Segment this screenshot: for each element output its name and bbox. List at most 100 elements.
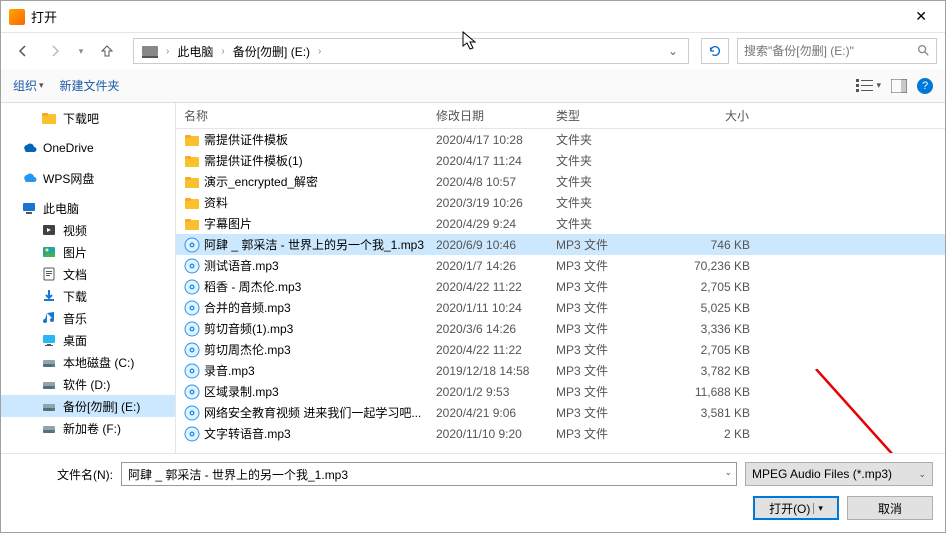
search-box[interactable]	[737, 38, 937, 64]
sidebar-label: 下载吧	[63, 110, 99, 127]
drive-icon	[142, 46, 158, 56]
sidebar-item[interactable]: 图片	[1, 241, 175, 263]
file-list[interactable]: 需提供证件模板2020/4/17 10:28文件夹需提供证件模板(1)2020/…	[176, 129, 945, 453]
sidebar-label: 音乐	[63, 310, 87, 327]
col-name[interactable]: 名称	[176, 107, 428, 124]
up-button[interactable]	[93, 38, 121, 64]
file-name: 录音.mp3	[204, 362, 255, 379]
preview-pane-button[interactable]	[891, 79, 907, 93]
file-name: 合并的音频.mp3	[204, 299, 291, 316]
sidebar-item[interactable]: 下载吧	[1, 107, 175, 129]
sidebar-item[interactable]: OneDrive	[1, 137, 175, 159]
cancel-button[interactable]: 取消	[847, 496, 933, 520]
navbar: ▾ › 此电脑 › 备份[勿删] (E:) › ⌄	[1, 33, 945, 69]
file-row[interactable]: 演示_encrypted_解密 2020/4/8 10:57文件夹	[176, 171, 945, 192]
app-icon	[9, 9, 25, 25]
file-row[interactable]: 剪切音频(1).mp32020/3/6 14:26MP3 文件3,336 KB	[176, 318, 945, 339]
search-input[interactable]	[744, 44, 916, 58]
new-folder-button[interactable]: 新建文件夹	[60, 77, 120, 94]
file-name: 文字转语音.mp3	[204, 425, 291, 442]
organize-label: 组织	[13, 77, 37, 94]
file-name: 测试语音.mp3	[204, 257, 279, 274]
close-button[interactable]: ✕	[905, 4, 937, 29]
sidebar-label: 备份[勿删] (E:)	[63, 398, 140, 415]
sidebar-item[interactable]: 音乐	[1, 307, 175, 329]
forward-button[interactable]	[41, 38, 69, 64]
filename-label: 文件名(N):	[13, 466, 113, 483]
filetype-select[interactable]: MPEG Audio Files (*.mp3) ⌄	[745, 462, 933, 486]
file-type: 文件夹	[548, 194, 658, 211]
sidebar-item[interactable]: 本地磁盘 (C:)	[1, 351, 175, 373]
file-row[interactable]: 文字转语音.mp3 2020/11/10 9:20MP3 文件2 KB	[176, 423, 945, 444]
file-size: 5,025 KB	[658, 301, 758, 315]
bc-chevron[interactable]: ›	[164, 46, 171, 57]
sidebar-item[interactable]: 备份[勿删] (E:)	[1, 395, 175, 417]
file-type: MP3 文件	[548, 383, 658, 400]
split-chevron-icon[interactable]: ▾	[813, 503, 823, 514]
sidebar-item[interactable]: WPS网盘	[1, 167, 175, 189]
file-name: 剪切音频(1).mp3	[204, 320, 293, 337]
file-row[interactable]: 网络安全教育视频 进来我们一起学习吧...2020/4/21 9:06MP3 文…	[176, 402, 945, 423]
col-date[interactable]: 修改日期	[428, 107, 548, 124]
file-type: 文件夹	[548, 173, 658, 190]
file-row[interactable]: 资料2020/3/19 10:26文件夹	[176, 192, 945, 213]
file-row[interactable]: 测试语音.mp32020/1/7 14:26MP3 文件70,236 KB	[176, 255, 945, 276]
sidebar[interactable]: 下载吧 OneDrive WPS网盘此电脑视频图片文档下载音乐桌面本地磁盘 (C:)…	[1, 103, 176, 453]
file-type: MP3 文件	[548, 299, 658, 316]
breadcrumb[interactable]: › 此电脑 › 备份[勿删] (E:) › ⌄	[133, 38, 689, 64]
bc-item-0[interactable]: 此电脑	[173, 43, 217, 60]
file-date: 2020/4/22 11:22	[428, 280, 548, 294]
file-row[interactable]: 需提供证件模板2020/4/17 10:28文件夹	[176, 129, 945, 150]
file-row[interactable]: 剪切周杰伦.mp32020/4/22 11:22MP3 文件2,705 KB	[176, 339, 945, 360]
organize-menu[interactable]: 组织 ▾	[13, 77, 44, 94]
filename-combo[interactable]: ⌄	[121, 462, 737, 486]
col-type[interactable]: 类型	[548, 107, 658, 124]
search-icon	[916, 43, 930, 60]
sidebar-item[interactable]: 此电脑	[1, 197, 175, 219]
file-row[interactable]: 阿肆 _ 郭采洁 - 世界上的另一个我_1.mp32020/6/9 10:46M…	[176, 234, 945, 255]
breadcrumb-dropdown[interactable]: ⌄	[662, 44, 684, 58]
back-button[interactable]	[9, 38, 37, 64]
window-title: 打开	[31, 7, 57, 26]
sidebar-label: 此电脑	[43, 200, 79, 217]
file-type: MP3 文件	[548, 362, 658, 379]
help-button[interactable]: ?	[917, 78, 933, 94]
column-headers: 名称 修改日期 类型 大小	[176, 103, 945, 129]
file-size: 2 KB	[658, 427, 758, 441]
file-date: 2020/11/10 9:20	[428, 427, 548, 441]
col-size[interactable]: 大小	[658, 107, 758, 124]
sidebar-item[interactable]: 下载	[1, 285, 175, 307]
bc-chevron[interactable]: ›	[219, 46, 226, 57]
sidebar-item[interactable]: 桌面	[1, 329, 175, 351]
file-row[interactable]: 需提供证件模板(1)2020/4/17 11:24文件夹	[176, 150, 945, 171]
file-name: 需提供证件模板(1)	[204, 152, 303, 169]
footer: 文件名(N): ⌄ MPEG Audio Files (*.mp3) ⌄ 打开(…	[1, 453, 945, 532]
file-name: 演示_encrypted_解密	[204, 173, 318, 190]
open-button[interactable]: 打开(O) ▾	[753, 496, 839, 520]
file-date: 2020/1/2 9:53	[428, 385, 548, 399]
filename-input[interactable]	[128, 463, 730, 485]
file-date: 2020/1/7 14:26	[428, 259, 548, 273]
file-date: 2020/1/11 10:24	[428, 301, 548, 315]
sidebar-item[interactable]: 视频	[1, 219, 175, 241]
refresh-button[interactable]	[701, 38, 729, 64]
sidebar-item[interactable]: 软件 (D:)	[1, 373, 175, 395]
file-type: MP3 文件	[548, 278, 658, 295]
sidebar-item[interactable]: 文档	[1, 263, 175, 285]
view-mode-button[interactable]: ▾	[856, 79, 881, 93]
file-row[interactable]: 稻香 - 周杰伦.mp32020/4/22 11:22MP3 文件2,705 K…	[176, 276, 945, 297]
bc-chevron[interactable]: ›	[316, 46, 323, 57]
recent-dropdown[interactable]: ▾	[73, 38, 89, 64]
file-row[interactable]: 区域录制.mp32020/1/2 9:53MP3 文件11,688 KB	[176, 381, 945, 402]
bc-item-1[interactable]: 备份[勿删] (E:)	[229, 43, 314, 60]
file-type: MP3 文件	[548, 320, 658, 337]
chevron-down-icon[interactable]: ⌄	[724, 467, 732, 478]
file-type: MP3 文件	[548, 425, 658, 442]
sidebar-item[interactable]: 新加卷 (F:)	[1, 417, 175, 439]
file-row[interactable]: 录音.mp32019/12/18 14:58MP3 文件3,782 KB	[176, 360, 945, 381]
file-row[interactable]: 合并的音频.mp3 2020/1/11 10:24MP3 文件5,025 KB	[176, 297, 945, 318]
file-date: 2020/3/19 10:26	[428, 196, 548, 210]
file-row[interactable]: 字幕图片2020/4/29 9:24文件夹	[176, 213, 945, 234]
file-type: MP3 文件	[548, 404, 658, 421]
file-date: 2020/4/8 10:57	[428, 175, 548, 189]
